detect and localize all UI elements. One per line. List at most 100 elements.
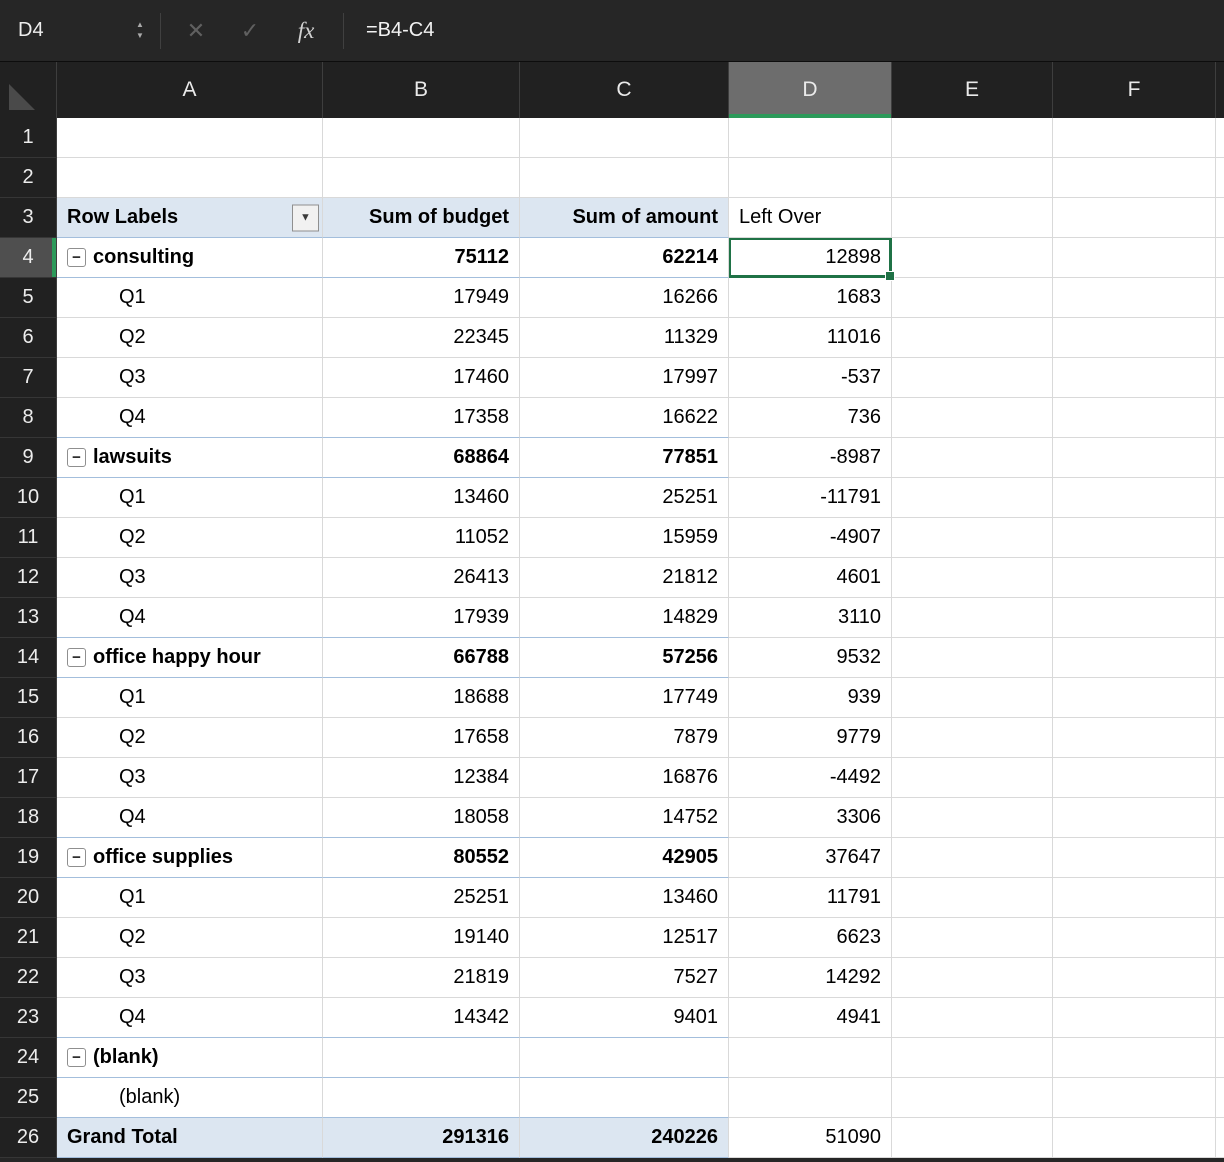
cell-D16[interactable]: 9779 [729, 718, 892, 758]
collapse-icon[interactable]: − [67, 248, 86, 267]
cell-A19[interactable]: −office supplies [57, 838, 323, 878]
row-header-2[interactable]: 2 [0, 158, 57, 198]
cell-E23[interactable] [892, 998, 1053, 1038]
cell-D11[interactable]: -4907 [729, 518, 892, 558]
cell-F1[interactable] [1053, 118, 1216, 158]
column-header-C[interactable]: C [520, 62, 729, 118]
cell-B17[interactable]: 12384 [323, 758, 520, 798]
row-header-20[interactable]: 20 [0, 878, 57, 918]
cell-E3[interactable] [892, 198, 1053, 238]
cell-F6[interactable] [1053, 318, 1216, 358]
cell-E12[interactable] [892, 558, 1053, 598]
cell-A9[interactable]: −lawsuits [57, 438, 323, 478]
cell-C7[interactable]: 17997 [520, 358, 729, 398]
cell-F18[interactable] [1053, 798, 1216, 838]
cell-F9[interactable] [1053, 438, 1216, 478]
cancel-icon[interactable]: ✕ [169, 18, 223, 44]
cell-B15[interactable]: 18688 [323, 678, 520, 718]
cell-A11[interactable]: Q2 [57, 518, 323, 558]
cell-B22[interactable]: 21819 [323, 958, 520, 998]
row-header-25[interactable]: 25 [0, 1078, 57, 1118]
cell-A12[interactable]: Q3 [57, 558, 323, 598]
cell-D6[interactable]: 11016 [729, 318, 892, 358]
cell-D19[interactable]: 37647 [729, 838, 892, 878]
cell-F24[interactable] [1053, 1038, 1216, 1078]
cell-B19[interactable]: 80552 [323, 838, 520, 878]
cell-E9[interactable] [892, 438, 1053, 478]
cell-E22[interactable] [892, 958, 1053, 998]
cell-D12[interactable]: 4601 [729, 558, 892, 598]
cell-C22[interactable]: 7527 [520, 958, 729, 998]
cell-A10[interactable]: Q1 [57, 478, 323, 518]
cell-B1[interactable] [323, 118, 520, 158]
row-header-8[interactable]: 8 [0, 398, 57, 438]
cell-C11[interactable]: 15959 [520, 518, 729, 558]
collapse-icon[interactable]: − [67, 1048, 86, 1067]
cell-D4[interactable]: 12898 [729, 238, 892, 278]
cell-F3[interactable] [1053, 198, 1216, 238]
cell-A16[interactable]: Q2 [57, 718, 323, 758]
cell-E15[interactable] [892, 678, 1053, 718]
cell-F10[interactable] [1053, 478, 1216, 518]
row-header-4[interactable]: 4 [0, 238, 57, 278]
cell-F7[interactable] [1053, 358, 1216, 398]
cell-A13[interactable]: Q4 [57, 598, 323, 638]
row-header-6[interactable]: 6 [0, 318, 57, 358]
cell-A18[interactable]: Q4 [57, 798, 323, 838]
cell-E11[interactable] [892, 518, 1053, 558]
fx-icon[interactable]: fx [277, 18, 335, 44]
cell-C25[interactable] [520, 1078, 729, 1118]
cell-F14[interactable] [1053, 638, 1216, 678]
cell-A1[interactable] [57, 118, 323, 158]
cell-F22[interactable] [1053, 958, 1216, 998]
cell-D1[interactable] [729, 118, 892, 158]
cell-D25[interactable] [729, 1078, 892, 1118]
cell-A22[interactable]: Q3 [57, 958, 323, 998]
collapse-icon[interactable]: − [67, 848, 86, 867]
select-all-corner[interactable] [0, 62, 57, 118]
formula-input[interactable]: =B4-C4 [366, 19, 434, 42]
cell-F16[interactable] [1053, 718, 1216, 758]
cell-C18[interactable]: 14752 [520, 798, 729, 838]
cell-B9[interactable]: 68864 [323, 438, 520, 478]
cell-A6[interactable]: Q2 [57, 318, 323, 358]
row-header-14[interactable]: 14 [0, 638, 57, 678]
cell-C2[interactable] [520, 158, 729, 198]
cell-B23[interactable]: 14342 [323, 998, 520, 1038]
cell-D24[interactable] [729, 1038, 892, 1078]
confirm-icon[interactable]: ✓ [223, 18, 277, 44]
cell-A2[interactable] [57, 158, 323, 198]
cell-F15[interactable] [1053, 678, 1216, 718]
cell-A26[interactable]: Grand Total [57, 1118, 323, 1158]
row-header-1[interactable]: 1 [0, 118, 57, 158]
cell-D2[interactable] [729, 158, 892, 198]
row-header-16[interactable]: 16 [0, 718, 57, 758]
cell-B20[interactable]: 25251 [323, 878, 520, 918]
cell-E4[interactable] [892, 238, 1053, 278]
cell-A5[interactable]: Q1 [57, 278, 323, 318]
cell-A3[interactable]: Row Labels▼ [57, 198, 323, 238]
cell-C6[interactable]: 11329 [520, 318, 729, 358]
cell-C8[interactable]: 16622 [520, 398, 729, 438]
cell-B25[interactable] [323, 1078, 520, 1118]
cell-B13[interactable]: 17939 [323, 598, 520, 638]
cell-A8[interactable]: Q4 [57, 398, 323, 438]
cell-A23[interactable]: Q4 [57, 998, 323, 1038]
cell-D13[interactable]: 3110 [729, 598, 892, 638]
row-header-23[interactable]: 23 [0, 998, 57, 1038]
cell-E16[interactable] [892, 718, 1053, 758]
cell-E18[interactable] [892, 798, 1053, 838]
cell-E6[interactable] [892, 318, 1053, 358]
row-header-5[interactable]: 5 [0, 278, 57, 318]
cell-B18[interactable]: 18058 [323, 798, 520, 838]
column-header-F[interactable]: F [1053, 62, 1216, 118]
cell-C21[interactable]: 12517 [520, 918, 729, 958]
column-header-B[interactable]: B [323, 62, 520, 118]
cell-E13[interactable] [892, 598, 1053, 638]
cell-F17[interactable] [1053, 758, 1216, 798]
row-header-15[interactable]: 15 [0, 678, 57, 718]
cell-B12[interactable]: 26413 [323, 558, 520, 598]
cell-A24[interactable]: −(blank) [57, 1038, 323, 1078]
cell-E1[interactable] [892, 118, 1053, 158]
cell-E8[interactable] [892, 398, 1053, 438]
